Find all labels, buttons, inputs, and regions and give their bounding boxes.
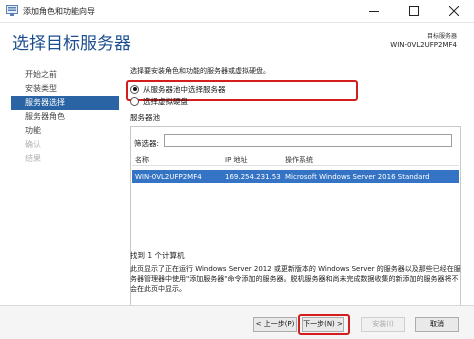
sidebar-item-before-you-begin[interactable]: 开始之前: [11, 68, 119, 82]
radio-select-virtual-disk[interactable]: 选择虚拟硬盘: [130, 95, 188, 107]
sidebar-item-server-selection[interactable]: 服务器选择: [11, 96, 119, 110]
previous-button[interactable]: < 上一步(P): [253, 317, 297, 332]
page-description: 选择要安装角色和功能的服务器或虚拟硬盘。: [130, 67, 270, 75]
filter-label: 筛选器:: [134, 139, 160, 148]
info-text: 此页显示了正在运行 Windows Server 2012 或更新版本的 Win…: [130, 265, 461, 293]
wizard-steps-sidebar: 开始之前 安装类型 服务器选择 服务器角色 功能 确认 结果: [11, 68, 119, 166]
column-header-os[interactable]: 操作系统: [285, 155, 313, 165]
cell-operating-system: Microsoft Windows Server 2016 Standard: [285, 173, 430, 181]
next-button[interactable]: 下一步(N) >: [302, 317, 344, 332]
radio-select-from-server-pool[interactable]: 从服务器池中选择服务器: [130, 83, 226, 95]
sidebar-item-server-roles[interactable]: 服务器角色: [11, 110, 119, 124]
computers-found-count: 找到 1 个计算机: [130, 251, 185, 260]
cell-ip-address: 169.254.231.53: [225, 173, 281, 181]
wizard-header: 选择目标服务器 目标服务器 WIN-0VL2UFP2MF4: [0, 23, 474, 59]
sidebar-item-confirmation: 确认: [25, 140, 41, 149]
close-icon: [449, 6, 459, 16]
destination-server-label: 目标服务器: [426, 33, 457, 40]
page-title: 选择目标服务器: [12, 34, 131, 54]
filter-input[interactable]: [164, 134, 452, 147]
destination-server-value: WIN-0VL2UFP2MF4: [390, 41, 457, 49]
cancel-button[interactable]: 取消: [415, 317, 459, 332]
install-button: 安装(I): [361, 317, 405, 332]
server-pool-table: 名称 IP 地址 操作系统 WIN-0VL2UFP2MF4 169.254.23…: [132, 152, 459, 183]
radio-label-virtual-disk: 选择虚拟硬盘: [143, 96, 188, 106]
radio-button-unchecked[interactable]: [130, 96, 139, 106]
column-header-name[interactable]: 名称: [135, 155, 149, 165]
radio-button-checked[interactable]: [130, 84, 139, 94]
maximize-icon: [409, 6, 419, 16]
window-title: 添加角色和功能向导: [23, 7, 95, 16]
maximize-button[interactable]: [394, 0, 434, 22]
radio-label-server-pool: 从服务器池中选择服务器: [143, 84, 226, 94]
server-pool-label: 服务器池: [130, 113, 160, 122]
server-manager-icon: [6, 5, 18, 16]
minimize-icon: [369, 11, 379, 12]
close-button[interactable]: [434, 0, 474, 22]
sidebar-item-results: 结果: [25, 154, 41, 163]
table-row[interactable]: WIN-0VL2UFP2MF4 169.254.231.53 Microsoft…: [132, 170, 459, 183]
wizard-footer: < 上一步(P) 下一步(N) > 安装(I) 取消: [0, 305, 474, 339]
cell-server-name: WIN-0VL2UFP2MF4: [135, 173, 202, 181]
sidebar-item-installation-type[interactable]: 安装类型: [11, 82, 119, 96]
table-header: 名称 IP 地址 操作系统: [132, 152, 459, 166]
column-header-ip[interactable]: IP 地址: [225, 155, 248, 165]
title-bar: 添加角色和功能向导: [0, 0, 474, 23]
minimize-button[interactable]: [354, 0, 394, 22]
sidebar-item-features[interactable]: 功能: [11, 124, 119, 138]
